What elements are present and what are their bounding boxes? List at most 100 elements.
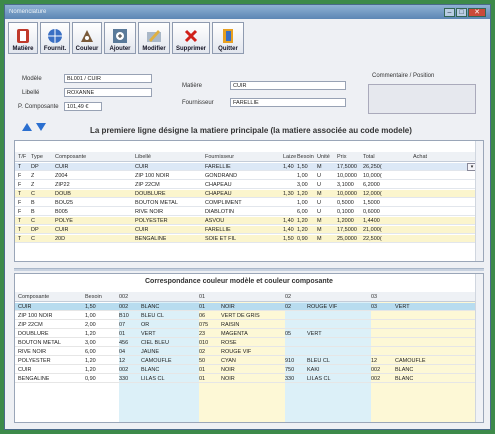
matiere-field[interactable]: CUIR	[230, 81, 346, 90]
table-row[interactable]: T DP CUIR CUIR FARELLIE 1,40 1,20 M 17,5000 21,00…	[15, 226, 483, 234]
table-row[interactable]: RIVE NOIR 6,00 04 JAUNE 02 ROUGE VIF	[15, 348, 483, 356]
move-up-icon[interactable]	[22, 123, 32, 131]
table-cell: 6,00	[297, 209, 308, 215]
table-cell: BLANC	[395, 367, 414, 373]
table-cell: 0,90	[85, 376, 96, 382]
column-header[interactable]: 002	[119, 294, 128, 300]
table-cell: 1,5000	[363, 200, 380, 206]
table-cell: LILAS CL	[307, 376, 331, 382]
column-header[interactable]: Total	[363, 154, 375, 160]
table-row[interactable]: DOUBLURE 1,20 01 VERT 23 MAGENTA 05 VERT	[15, 330, 483, 338]
fournisseur-field[interactable]: FARELLIE	[230, 98, 346, 107]
column-header[interactable]: Prix	[337, 154, 346, 160]
table-cell: 1,20	[85, 331, 96, 337]
couleur-button[interactable]: Couleur	[72, 22, 102, 54]
close-button[interactable]: ✕	[468, 7, 486, 17]
table-cell: 02	[199, 349, 206, 355]
table-cell: BLEU CL	[307, 358, 330, 364]
table-row[interactable]: T C DOUB DOUBLURE CHAPEAU 1,30 1,20 M 10,0000 12,…	[15, 190, 483, 198]
ajouter-button[interactable]: Ajouter	[104, 22, 136, 54]
table-cell: F	[18, 200, 22, 206]
maximize-button[interactable]: □	[456, 7, 467, 17]
table-cell: BLANC	[141, 304, 160, 310]
fournit-button[interactable]: Fournit.	[40, 22, 70, 54]
table-row[interactable]: F B BOU25 BOUTON METAL COMPLIMENT 1,00 U 0,5000…	[15, 199, 483, 207]
table-cell: POLYESTER	[135, 218, 168, 224]
table-cell: 12	[119, 358, 126, 364]
column-header[interactable]: T/F	[18, 154, 26, 160]
splitter[interactable]	[14, 268, 484, 271]
table-cell: CUIR	[55, 227, 69, 233]
table-cell: CUIR	[18, 367, 32, 373]
column-header[interactable]: Achat	[413, 154, 427, 160]
modifier-button[interactable]: Modifier	[138, 22, 170, 54]
table-cell: 1,40	[283, 218, 294, 224]
pcomposante-label: P. Composante	[18, 104, 59, 110]
table-cell: 1,40	[283, 164, 294, 170]
column-header[interactable]: 01	[199, 294, 205, 300]
supprimer-button[interactable]: Supprimer	[172, 22, 210, 54]
table-row[interactable]: ZIP 22CM 2,00 07 OR 075 RAISIN	[15, 321, 483, 329]
table-cell: RIVE NOIR	[135, 209, 164, 215]
table-row[interactable]: F Z ZIP22 ZIP 22CM CHAPEAU 3,00 U 3,1000 6,2000	[15, 181, 483, 189]
column-header[interactable]: Fournisseur	[205, 154, 234, 160]
modele-field[interactable]: BL001 / CUIR	[64, 74, 152, 83]
correspondance-title: Correspondance couleur modèle et couleur…	[145, 278, 333, 285]
table-cell: Z	[31, 173, 35, 179]
libelle-field[interactable]: ROXANNE	[64, 88, 152, 97]
modele-label: Modèle	[22, 76, 42, 82]
matiere-button[interactable]: Matière	[8, 22, 38, 54]
table-cell: 075	[199, 322, 209, 328]
table-row[interactable]: BOUTON METAL 3,00 456 CIEL BLEU 010 ROSE	[15, 339, 483, 347]
table-cell: VERT	[307, 331, 322, 337]
table-cell: 1,2000	[337, 218, 354, 224]
delete-icon	[184, 29, 198, 43]
table-cell: 1,00	[297, 173, 308, 179]
table-cell: 50	[199, 358, 206, 364]
table-cell: 0,1000	[337, 209, 354, 215]
table-row[interactable]: CUIR 1,50 002 BLANC 01 NOIR 02 ROUGE VIF 03 VERT	[15, 303, 483, 311]
pcomposante-field[interactable]: 101,49 €	[64, 102, 102, 111]
table-cell: Z004	[55, 173, 68, 179]
column-header[interactable]: Besoin	[297, 154, 314, 160]
column-header[interactable]: Libellé	[135, 154, 151, 160]
column-header[interactable]: Laize	[283, 154, 296, 160]
table-cell: C	[31, 191, 35, 197]
column-header[interactable]: Composante	[18, 294, 49, 300]
table-cell: F	[18, 209, 22, 215]
table-cell: LILAS CL	[141, 376, 165, 382]
table-row[interactable]: F B B005 RIVE NOIR DIABLOTIN 6,00 U 0,1000 0,600…	[15, 208, 483, 216]
column-header[interactable]: 03	[371, 294, 377, 300]
table-cell: U	[317, 182, 321, 188]
table-cell: CAMOUFLE	[141, 358, 172, 364]
table-row[interactable]: POLYESTER 1,20 12 CAMOUFLE 50 CYAN 910 BLEU CL 1…	[15, 357, 483, 365]
comment-textarea[interactable]	[368, 84, 476, 114]
table-cell: 1,40	[283, 227, 294, 233]
table-row[interactable]: T C 20D BENGALINE SOIE ET FIL 1,50 0,90 M 25,000…	[15, 235, 483, 243]
column-header[interactable]: Type	[31, 154, 43, 160]
composantes-table: T/F Type Composante Libellé Fournisseur Laize…	[14, 140, 484, 262]
window-title: Nomenclature	[9, 9, 47, 15]
table-cell: U	[317, 200, 321, 206]
quitter-button[interactable]: Quitter	[212, 22, 244, 54]
table-row[interactable]: F Z Z004 ZIP 100 NOIR GONDRAND 1,00 U 10,0000 10…	[15, 172, 483, 180]
minimize-button[interactable]: –	[444, 7, 455, 17]
table-row[interactable]: T DP CUIR CUIR FARELLIE 1,40 1,50 M 17,5000 26,25…	[15, 163, 483, 171]
table-cell: B10	[119, 313, 129, 319]
column-header[interactable]: Besoin	[85, 294, 102, 300]
table-cell: 02	[285, 304, 292, 310]
table-cell: 010	[199, 340, 209, 346]
table-cell: 1,00	[297, 200, 308, 206]
table-row[interactable]: CUIR 1,20 002 BLANC 01 NOIR 750 KAKI 002 BLANC	[15, 366, 483, 374]
column-header[interactable]: 02	[285, 294, 291, 300]
table-row[interactable]: ZIP 100 NOIR 1,00 B10 BLEU CL 06 VERT DE GRIS	[15, 312, 483, 320]
table-cell: U	[317, 209, 321, 215]
column-header[interactable]: Composante	[55, 154, 86, 160]
column-header[interactable]: Unité	[317, 154, 330, 160]
scrollbar[interactable]	[475, 274, 483, 422]
move-down-icon[interactable]	[36, 123, 46, 131]
scrollbar[interactable]	[475, 141, 483, 261]
table-row[interactable]: T C POLYE POLYESTER ASVOU 1,40 1,20 M 1,2000 1,44…	[15, 217, 483, 225]
table-row[interactable]: BENGALINE 0,90 330 LILAS CL 01 NOIR 330 LILAS C…	[15, 375, 483, 383]
table-cell: ROUGE VIF	[221, 349, 252, 355]
